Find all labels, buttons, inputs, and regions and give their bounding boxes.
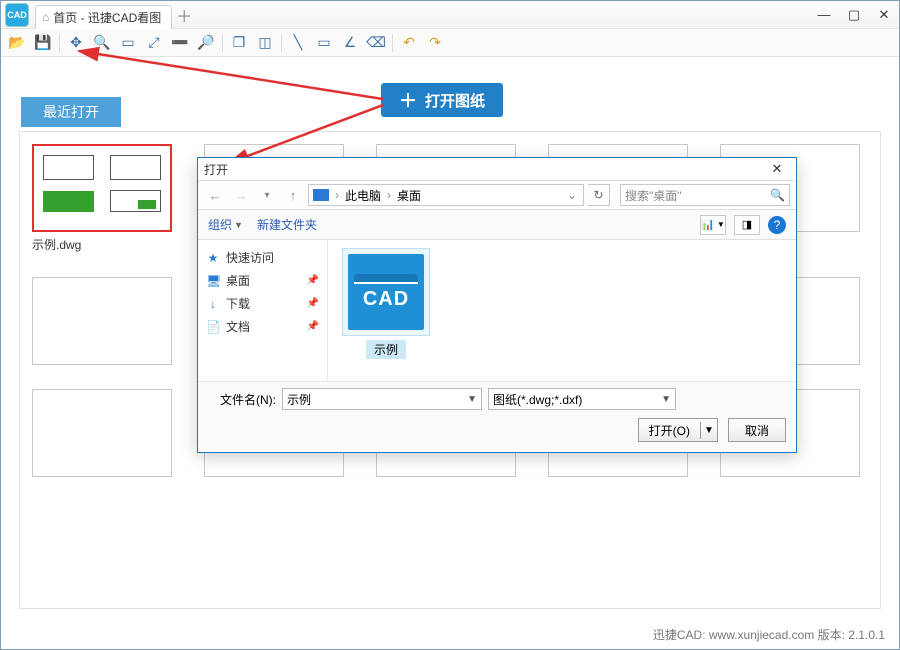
crumb-root[interactable]: 此电脑 [345, 187, 381, 204]
recent-header: 最近打开 [21, 97, 121, 127]
cad-file-icon: CAD [342, 248, 430, 336]
footer: 迅捷CAD: www.xunjiecad.com 版本: 2.1.0.1 [653, 626, 885, 643]
recent-thumb[interactable] [32, 389, 172, 477]
thumb-label: 示例.dwg [32, 236, 172, 253]
footer-url[interactable]: www.xunjiecad.com [709, 628, 814, 642]
tree-label: 文档 [226, 318, 250, 335]
filename-input[interactable]: 示例▼ [282, 388, 482, 410]
pc-icon [313, 189, 329, 201]
filename-label: 文件名(N): [208, 391, 276, 408]
tab-home[interactable]: ⌂ 首页 - 迅捷CAD看图 [35, 5, 172, 29]
new-folder-button[interactable]: 新建文件夹 [257, 216, 317, 233]
view-mode-button[interactable]: 📊▼ [700, 215, 726, 235]
tree-label: 下载 [226, 295, 250, 312]
separator [281, 34, 282, 52]
open-drawing-button[interactable]: ＋ 打开图纸 [381, 83, 503, 117]
pin-icon: 📌 [307, 275, 319, 286]
nav-up-button[interactable]: ↑ [282, 184, 304, 206]
undo-icon[interactable]: ↶ [399, 33, 419, 53]
chevron-down-icon[interactable]: ⌄ [565, 188, 579, 202]
search-input[interactable]: 搜索"桌面" 🔍 [620, 184, 790, 206]
select-icon[interactable]: ▭ [118, 33, 138, 53]
desktop-icon: 🖥 [206, 274, 220, 288]
tree-label: 桌面 [226, 272, 250, 289]
refresh-button[interactable]: ↻ [588, 184, 610, 206]
tree-item[interactable]: 📄 文档 📌 [202, 315, 323, 338]
home-icon: ⌂ [42, 10, 49, 24]
separator [392, 34, 393, 52]
star-icon: ★ [206, 251, 220, 265]
nav-recent-dropdown[interactable]: ▾ [256, 184, 278, 206]
file-item[interactable]: CAD 示例 [336, 248, 436, 359]
nav-forward-button[interactable]: → [230, 184, 252, 206]
folder-tree: ★ 快速访问 🖥 桌面 📌 ↓ 下载 📌 📄 文档 📌 [198, 240, 328, 381]
preview-pane-button[interactable]: ◨ [734, 215, 760, 235]
app-logo-icon: CAD [5, 3, 29, 27]
file-name: 示例 [366, 340, 406, 359]
open-folder-icon[interactable]: 📂 [7, 33, 27, 53]
tree-item[interactable]: ★ 快速访问 [202, 246, 323, 269]
separator [59, 34, 60, 52]
minimize-button[interactable]: — [809, 1, 839, 29]
redo-icon[interactable]: ↷ [425, 33, 445, 53]
measure-angle-icon[interactable]: ∠ [340, 33, 360, 53]
open-file-dialog: 打开 ✕ ← → ▾ ↑ › 此电脑 › 桌面 ⌄ ↻ 搜索"桌面" 🔍 组织▼ [197, 157, 797, 453]
crumb-folder[interactable]: 桌面 [397, 187, 421, 204]
maximize-button[interactable]: ▢ [839, 1, 869, 29]
search-icon: 🔍 [770, 188, 785, 202]
help-button[interactable]: ? [768, 216, 786, 234]
recent-thumb[interactable]: 示例.dwg [32, 144, 172, 253]
chevron-right-icon: › [385, 188, 393, 202]
file-type-filter[interactable]: 图纸(*.dwg;*.dxf)▼ [488, 388, 676, 410]
recent-thumb[interactable] [32, 277, 172, 365]
zoom-out-icon[interactable]: ➖ [170, 33, 190, 53]
chevron-right-icon: › [333, 188, 341, 202]
open-button[interactable]: 打开(O)▼ [638, 418, 718, 442]
measure-line-icon[interactable]: ╲ [288, 33, 308, 53]
tree-label: 快速访问 [226, 249, 274, 266]
breadcrumb[interactable]: › 此电脑 › 桌面 ⌄ [308, 184, 584, 206]
measure-rect-icon[interactable]: ▭ [314, 33, 334, 53]
separator [222, 34, 223, 52]
doc-icon: 📄 [206, 320, 220, 334]
plus-icon: ＋ [399, 87, 417, 113]
dialog-close-button[interactable]: ✕ [764, 161, 790, 177]
dialog-title: 打开 [204, 161, 228, 178]
model-3d-icon[interactable]: ❐ [229, 33, 249, 53]
search-placeholder: 搜索"桌面" [625, 187, 682, 204]
pin-icon: 📌 [307, 321, 319, 332]
zoom-window-icon[interactable]: 🔍 [92, 33, 112, 53]
organize-menu[interactable]: 组织▼ [208, 216, 243, 233]
nav-back-button[interactable]: ← [204, 184, 226, 206]
save-icon[interactable]: 💾 [33, 33, 53, 53]
tab-title: 首页 - 迅捷CAD看图 [53, 9, 161, 26]
pin-icon: 📌 [307, 298, 319, 309]
tree-item[interactable]: 🖥 桌面 📌 [202, 269, 323, 292]
new-tab-button[interactable]: ＋ [172, 3, 196, 27]
pan-icon[interactable]: ✥ [66, 33, 86, 53]
download-icon: ↓ [206, 297, 220, 311]
open-drawing-label: 打开图纸 [425, 90, 485, 111]
zoom-extent-icon[interactable]: ⤢ [144, 33, 164, 53]
box-3d-icon[interactable]: ◫ [255, 33, 275, 53]
cancel-button[interactable]: 取消 [728, 418, 786, 442]
erase-icon[interactable]: ⌫ [366, 33, 386, 53]
tree-item[interactable]: ↓ 下载 📌 [202, 292, 323, 315]
close-button[interactable]: ✕ [869, 1, 899, 29]
file-list: CAD 示例 [328, 240, 796, 381]
zoom-realtime-icon[interactable]: 🔎 [196, 33, 216, 53]
